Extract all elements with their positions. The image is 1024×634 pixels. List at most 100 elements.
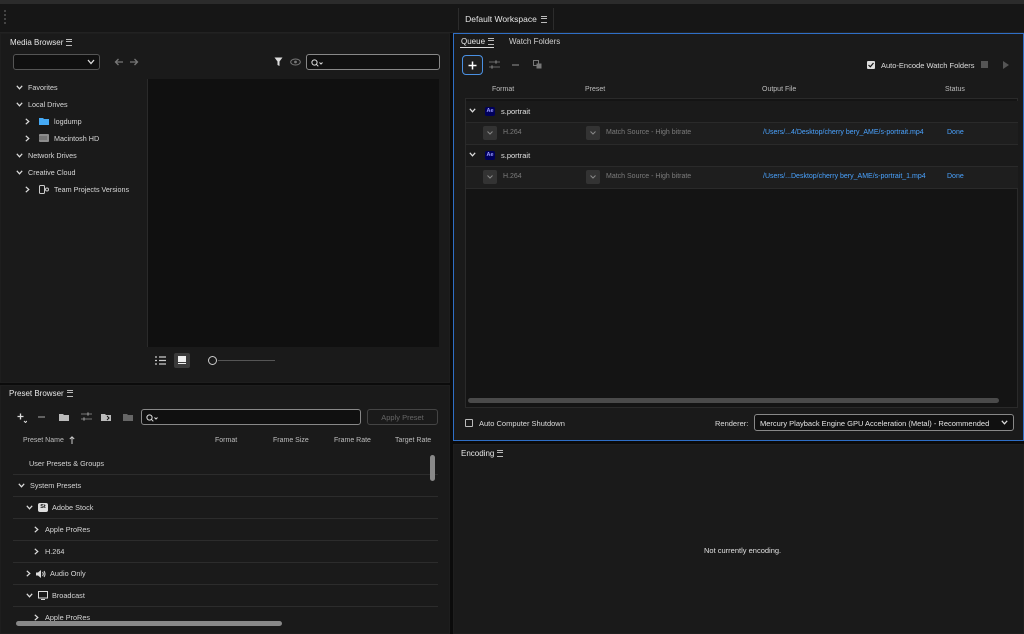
tab-queue-label: Queue [461, 37, 486, 46]
forward-arrow-icon[interactable] [129, 58, 139, 66]
filter-icon[interactable] [274, 57, 283, 67]
column-header-status: Status [945, 86, 965, 93]
preset-row-adobe-stock[interactable]: St Adobe Stock [13, 497, 438, 519]
zoom-slider-handle[interactable] [208, 356, 217, 365]
preset-row-label: System Presets [30, 481, 82, 490]
column-header-preset-name[interactable]: Preset Name [23, 437, 64, 444]
sort-ascending-icon[interactable] [69, 436, 75, 444]
tree-item-macintosh-hd[interactable]: Macintosh HD [25, 131, 99, 145]
column-header-format: Format [492, 86, 515, 93]
stop-icon[interactable] [981, 61, 988, 68]
zoom-slider-track[interactable] [218, 360, 275, 361]
tree-item-team-projects[interactable]: Team Projects Versions [25, 182, 129, 196]
tree-item-network-drives[interactable]: Network Drives [16, 148, 77, 162]
tree-item-favorites[interactable]: Favorites [16, 80, 58, 94]
team-projects-icon [39, 184, 49, 194]
queue-format-value[interactable]: H.264 [503, 173, 522, 180]
queue-output-row[interactable]: H.264 Match Source - High bitrate /Users… [466, 167, 1018, 189]
media-search-input[interactable] [306, 54, 440, 70]
tree-item-logdump[interactable]: logdump [25, 114, 82, 128]
panel-menu-icon[interactable] [488, 38, 495, 45]
add-preset-icon[interactable] [17, 413, 27, 423]
thumbnail-view-button[interactable] [174, 353, 190, 368]
preset-row-audio-only[interactable]: Audio Only [13, 563, 438, 585]
tab-queue[interactable]: Queue [461, 37, 495, 46]
settings-sliders-icon[interactable] [489, 60, 500, 69]
queue-horizontal-scrollbar[interactable] [468, 398, 999, 403]
preset-dropdown[interactable] [586, 170, 600, 184]
workspace-switcher[interactable]: Default Workspace [458, 8, 554, 30]
chevron-right-icon [25, 185, 30, 193]
tree-item-creative-cloud[interactable]: Creative Cloud [16, 165, 76, 179]
format-dropdown[interactable] [483, 126, 497, 140]
preset-row-label: Apple ProRes [45, 525, 91, 534]
apply-preset-button[interactable]: Apply Preset [367, 409, 438, 425]
location-dropdown[interactable] [13, 54, 100, 70]
play-icon[interactable] [1003, 61, 1009, 69]
back-arrow-icon[interactable] [114, 58, 124, 66]
encoding-title[interactable]: Encoding [461, 449, 504, 458]
duplicate-icon[interactable] [533, 60, 542, 69]
chevron-down-icon [590, 131, 596, 135]
remove-icon[interactable] [512, 64, 519, 66]
folder-icon [39, 118, 49, 125]
chevron-down-icon[interactable] [469, 108, 476, 113]
preset-settings-icon[interactable] [81, 412, 92, 421]
queue-source-name: s.portrait [501, 107, 531, 116]
tree-item-label: Local Drives [28, 99, 68, 109]
preset-row-apple-prores[interactable]: Apple ProRes [13, 519, 438, 541]
grip-icon[interactable] [3, 8, 7, 26]
renderer-label: Renderer: [715, 419, 749, 428]
panel-menu-icon[interactable] [66, 39, 73, 46]
add-source-button[interactable] [462, 55, 483, 75]
column-header-preset: Preset [585, 86, 606, 93]
queue-source-row[interactable]: Ae s.portrait [466, 145, 1018, 167]
queue-output-link[interactable]: /Users/...Desktop/cherry bery_AME/s-port… [763, 173, 926, 180]
preset-row-broadcast[interactable]: Broadcast [13, 585, 438, 607]
queue-format-value[interactable]: H.264 [503, 129, 522, 136]
queue-preset-value[interactable]: Match Source - High bitrate [606, 129, 691, 136]
export-preset-icon[interactable] [123, 412, 134, 421]
remove-preset-icon[interactable] [38, 416, 45, 418]
preset-browser-title[interactable]: Preset Browser [9, 389, 73, 398]
media-browser-title[interactable]: Media Browser [10, 38, 73, 47]
preset-list: User Presets & Groups System Presets St … [13, 450, 438, 626]
new-group-icon[interactable] [59, 412, 70, 421]
queue-output-link[interactable]: /Users/...4/Desktop/cherry bery_AME/s-po… [763, 129, 924, 136]
queue-output-row[interactable]: H.264 Match Source - High bitrate /Users… [466, 123, 1018, 145]
preset-horizontal-scrollbar[interactable] [16, 621, 282, 626]
panel-menu-icon[interactable] [66, 390, 73, 397]
preset-row-h264[interactable]: H.264 [13, 541, 438, 563]
column-header-format[interactable]: Format [215, 437, 237, 444]
renderer-value: Mercury Playback Engine GPU Acceleration… [760, 419, 990, 428]
chevron-down-icon[interactable] [469, 152, 476, 157]
media-browser-title-text: Media Browser [10, 38, 64, 47]
queue-source-row[interactable]: Ae s.portrait [466, 101, 1018, 123]
chevron-down-icon [16, 101, 23, 107]
renderer-dropdown[interactable]: Mercury Playback Engine GPU Acceleration… [754, 414, 1014, 431]
import-preset-icon[interactable] [101, 412, 112, 421]
preset-vertical-scrollbar[interactable] [430, 455, 435, 481]
tab-watch-folders[interactable]: Watch Folders [509, 37, 560, 46]
eye-icon[interactable] [290, 58, 301, 66]
list-view-icon[interactable] [155, 356, 166, 365]
encoding-title-text: Encoding [461, 449, 495, 458]
queue-preset-value[interactable]: Match Source - High bitrate [606, 173, 691, 180]
preset-dropdown[interactable] [586, 126, 600, 140]
auto-shutdown-checkbox[interactable] [465, 419, 473, 427]
column-header-target-rate[interactable]: Target Rate [395, 437, 431, 444]
chevron-down-icon [16, 169, 23, 175]
panel-menu-icon[interactable] [497, 450, 504, 457]
preset-row-system-presets[interactable]: System Presets [13, 475, 438, 497]
chevron-down-icon [18, 483, 25, 488]
preset-search-input[interactable] [141, 409, 361, 425]
format-dropdown[interactable] [483, 170, 497, 184]
column-header-frame-rate[interactable]: Frame Rate [334, 437, 371, 444]
auto-encode-checkbox[interactable] [867, 61, 875, 69]
preset-row-user-presets[interactable]: User Presets & Groups [13, 453, 438, 475]
auto-encode-label: Auto-Encode Watch Folders [881, 61, 975, 70]
checkmark-icon [868, 62, 874, 68]
tree-item-local-drives[interactable]: Local Drives [16, 97, 68, 111]
column-header-frame-size[interactable]: Frame Size [273, 437, 309, 444]
chevron-down-icon [487, 131, 493, 135]
